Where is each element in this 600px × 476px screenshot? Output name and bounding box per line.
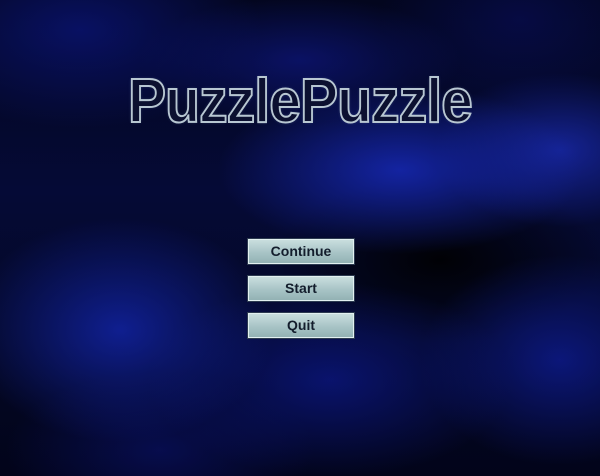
quit-button[interactable]: Quit bbox=[247, 312, 355, 339]
continue-button[interactable]: Continue bbox=[247, 238, 355, 265]
main-menu: Continue Start Quit bbox=[247, 238, 355, 350]
start-button[interactable]: Start bbox=[247, 275, 355, 302]
game-main-menu-screen: PuzzlePuzzle Continue Start Quit bbox=[0, 0, 600, 476]
game-title: PuzzlePuzzle bbox=[127, 66, 474, 137]
